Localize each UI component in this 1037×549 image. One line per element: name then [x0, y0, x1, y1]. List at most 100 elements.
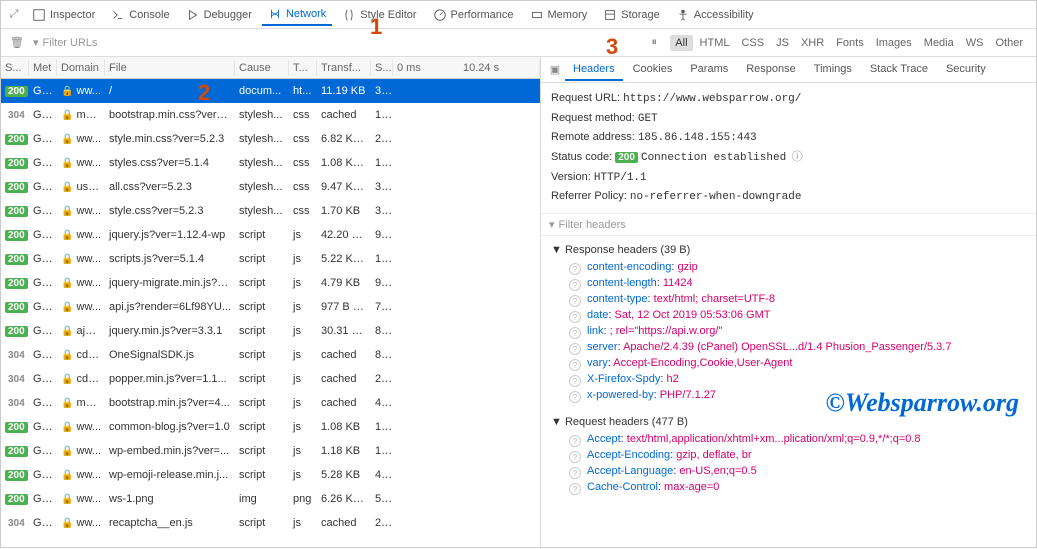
subtab-params[interactable]: Params: [682, 59, 736, 81]
help-icon[interactable]: ?: [569, 327, 581, 339]
type-filter-images[interactable]: Images: [871, 35, 917, 51]
status-badge: 200: [5, 158, 28, 169]
type-cell: js: [289, 227, 317, 243]
request-row[interactable]: 200GET🔒 ww...wp-emoji-release.min.j...sc…: [1, 463, 540, 487]
size-cell: 8...: [371, 347, 393, 363]
type-cell: ht...: [289, 83, 317, 99]
request-row[interactable]: 200GET🔒 ww.../docum...ht...11.19 KB3...2…: [1, 79, 540, 103]
filter-headers-input[interactable]: ▾Filter headers: [541, 213, 1036, 236]
info-icon[interactable]: ⓘ: [789, 149, 805, 165]
subtab-response[interactable]: Response: [738, 59, 804, 81]
help-icon[interactable]: ?: [569, 295, 581, 307]
help-icon[interactable]: ?: [569, 375, 581, 387]
type-filter-other[interactable]: Other: [990, 35, 1028, 51]
method-cell: GET: [29, 347, 57, 363]
col-file[interactable]: File: [105, 60, 235, 76]
help-icon[interactable]: ?: [569, 435, 581, 447]
subtab-headers[interactable]: Headers: [565, 59, 623, 81]
timeline-cell: 230 ms: [393, 305, 540, 309]
request-row[interactable]: 304GET🔒 ww...recaptcha__en.jsscriptjscac…: [1, 511, 540, 535]
network-filterbar: 🗑 ▾Filter URLs ⏸ AllHTMLCSSJSXHRFontsIma…: [1, 29, 1036, 57]
tab-accessibility[interactable]: Accessibility: [670, 5, 760, 25]
request-row[interactable]: 200GET🔒 ww...scripts.js?ver=5.1.4scriptj…: [1, 247, 540, 271]
help-icon[interactable]: ?: [569, 311, 581, 323]
type-filter-fonts[interactable]: Fonts: [831, 35, 869, 51]
status-badge: 200: [5, 326, 28, 337]
request-row[interactable]: 200GET🔒 ww...api.js?render=6Lf98YU...scr…: [1, 295, 540, 319]
subtab-cookies[interactable]: Cookies: [625, 59, 681, 81]
col-timeline[interactable]: 0 ms10.24 s: [393, 60, 540, 76]
col-type[interactable]: T...: [289, 60, 317, 76]
request-row[interactable]: 200GET🔒 ww...common-blog.js?ver=1.0scrip…: [1, 415, 540, 439]
picker-icon[interactable]: ⤢: [6, 7, 22, 23]
method-cell: GET: [29, 299, 57, 315]
tab-performance[interactable]: Performance: [427, 5, 520, 25]
timeline-cell: 224 ms: [393, 113, 540, 117]
method-cell: GET: [29, 395, 57, 411]
request-row[interactable]: 200GET🔒 ww...ws-1.pngimgpng6.26 KB ...5.…: [1, 487, 540, 511]
header-name: date: [587, 309, 608, 321]
request-row[interactable]: 200GET🔒 ww...style.css?ver=5.2.3stylesh.…: [1, 199, 540, 223]
tab-debugger[interactable]: Debugger: [180, 5, 258, 25]
type-filter-media[interactable]: Media: [919, 35, 959, 51]
request-row[interactable]: 200GET🔒 ww...jquery.js?ver=1.12.4-wpscri…: [1, 223, 540, 247]
response-headers-toggle[interactable]: ▼ Response headers (39 B): [551, 240, 1026, 260]
request-row[interactable]: 200GET🔒 use.f...all.css?ver=5.2.3stylesh…: [1, 175, 540, 199]
type-cell: js: [289, 515, 317, 531]
cause-cell: script: [235, 227, 289, 243]
pause-icon[interactable]: ⏸: [646, 35, 662, 51]
tab-inspector[interactable]: Inspector: [26, 5, 101, 25]
col-method[interactable]: Met: [29, 60, 57, 76]
tab-memory[interactable]: Memory: [524, 5, 594, 25]
col-cause[interactable]: Cause: [235, 60, 289, 76]
request-row[interactable]: 304GET🔒 maxc...bootstrap.min.css?ver=...…: [1, 103, 540, 127]
request-row[interactable]: 304GET🔒 cdn....OneSignalSDK.jsscriptjsca…: [1, 343, 540, 367]
request-row[interactable]: 200GET🔒 ww...style.min.css?ver=5.2.3styl…: [1, 127, 540, 151]
help-icon[interactable]: ?: [569, 279, 581, 291]
help-icon[interactable]: ?: [569, 343, 581, 355]
method-cell: GET: [29, 443, 57, 459]
type-filter-ws[interactable]: WS: [961, 35, 989, 51]
col-domain[interactable]: Domain: [57, 60, 105, 76]
type-filter-html[interactable]: HTML: [695, 35, 735, 51]
trash-icon[interactable]: 🗑: [9, 35, 25, 51]
type-filter-xhr[interactable]: XHR: [796, 35, 829, 51]
help-icon[interactable]: ?: [569, 451, 581, 463]
lock-icon: 🔒: [61, 182, 73, 193]
transfer-cell: 30.31 K...: [317, 323, 371, 339]
tab-storage[interactable]: Storage: [597, 5, 666, 25]
col-size[interactable]: S...: [371, 60, 393, 76]
subtab-stack-trace[interactable]: Stack Trace: [862, 59, 936, 81]
filter-urls-input[interactable]: ▾Filter URLs: [33, 36, 98, 49]
tab-network[interactable]: Network: [262, 4, 332, 26]
help-icon[interactable]: ?: [569, 359, 581, 371]
col-status[interactable]: S...: [1, 60, 29, 76]
lock-icon: 🔒: [61, 374, 73, 385]
request-row[interactable]: 200GET🔒 ww...styles.css?ver=5.1.4stylesh…: [1, 151, 540, 175]
cause-cell: stylesh...: [235, 203, 289, 219]
help-icon[interactable]: ?: [569, 263, 581, 275]
type-filter-css[interactable]: CSS: [736, 35, 769, 51]
request-row[interactable]: 304GET🔒 cdnj...popper.min.js?ver=1.1...s…: [1, 367, 540, 391]
request-row[interactable]: 200GET🔒 ajax....jquery.min.js?ver=3.3.1s…: [1, 319, 540, 343]
toggle-raw-icon[interactable]: ▣: [547, 62, 563, 78]
header-row: ?server: Apache/2.4.39 (cPanel) OpenSSL.…: [551, 340, 1026, 356]
request-row[interactable]: 200GET🔒 ww...jquery-migrate.min.js?v...s…: [1, 271, 540, 295]
tab-console[interactable]: Console: [105, 5, 175, 25]
domain-cell: 🔒 use.f...: [57, 179, 105, 195]
type-cell: js: [289, 251, 317, 267]
col-transfer[interactable]: Transf...: [317, 60, 371, 76]
request-row[interactable]: 304GET🔒 maxc...bootstrap.min.js?ver=4...…: [1, 391, 540, 415]
file-cell: wp-embed.min.js?ver=...: [105, 443, 235, 459]
request-row[interactable]: 200GET🔒 ww...wp-embed.min.js?ver=...scri…: [1, 439, 540, 463]
type-filter-all[interactable]: All: [670, 35, 692, 51]
type-filter-js[interactable]: JS: [771, 35, 794, 51]
help-icon[interactable]: ?: [569, 483, 581, 495]
help-icon[interactable]: ?: [569, 467, 581, 479]
subtab-timings[interactable]: Timings: [806, 59, 860, 81]
request-list-panel: S... Met Domain File Cause T... Transf..…: [1, 57, 541, 549]
help-icon[interactable]: ?: [569, 391, 581, 403]
subtab-security[interactable]: Security: [938, 59, 994, 81]
cause-cell: script: [235, 443, 289, 459]
type-cell: js: [289, 275, 317, 291]
